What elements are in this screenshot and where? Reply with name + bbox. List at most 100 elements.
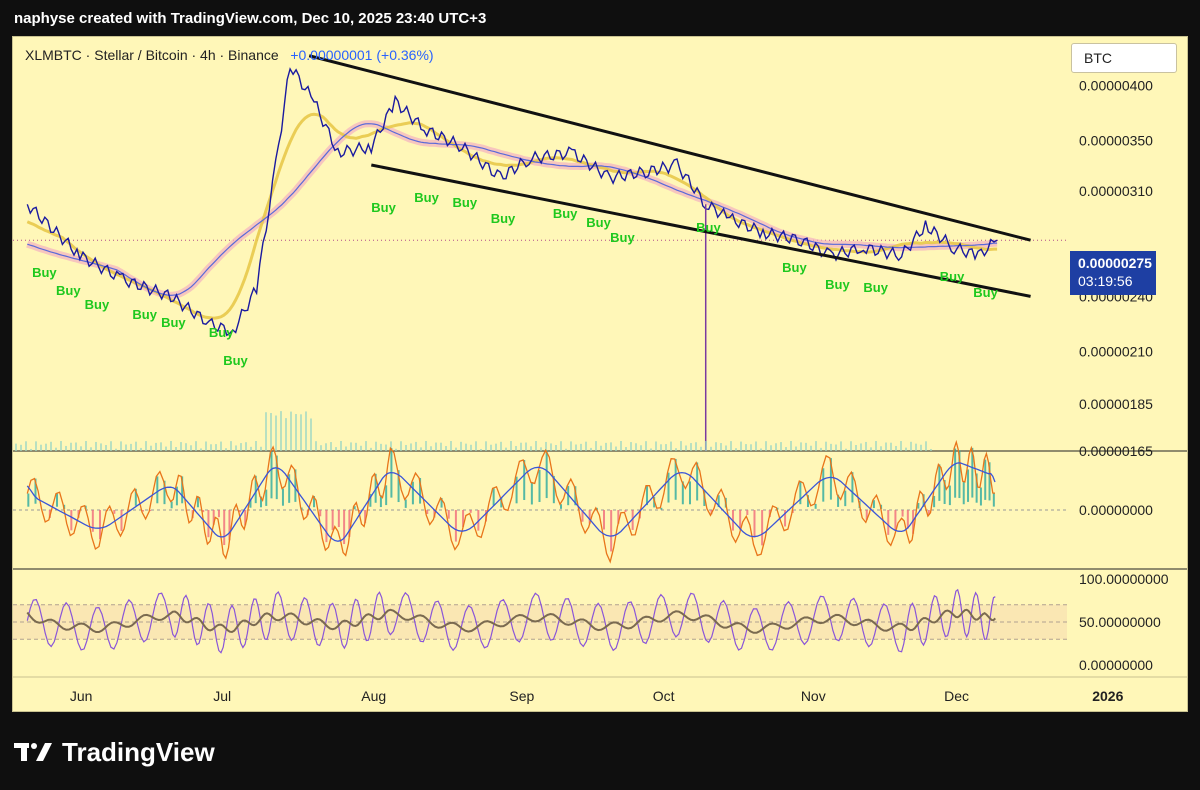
volume-bar bbox=[150, 445, 152, 451]
volume-bar bbox=[670, 441, 672, 451]
volume-bar bbox=[55, 447, 57, 451]
volume-bar bbox=[215, 444, 217, 451]
volume-bar bbox=[765, 441, 767, 451]
trendline bbox=[308, 54, 1031, 242]
volume-bar bbox=[460, 441, 462, 451]
volume-bar bbox=[30, 448, 32, 451]
volume-bar bbox=[110, 441, 112, 451]
volume-bar bbox=[245, 442, 247, 451]
volume-bar bbox=[665, 444, 667, 451]
volume-bar bbox=[640, 445, 642, 451]
volume-bar bbox=[405, 444, 407, 451]
buy-signal-label: Buy bbox=[453, 195, 478, 210]
buy-signal-label: Buy bbox=[56, 283, 81, 298]
current-price-value: 0.00000275 bbox=[1078, 255, 1152, 271]
volume-bar bbox=[210, 444, 212, 451]
volume-bar bbox=[555, 445, 557, 451]
volume-bar bbox=[465, 443, 467, 451]
volume-bar bbox=[720, 443, 722, 451]
volume-bar bbox=[600, 445, 602, 451]
price-change: +0.00000001 (+0.36%) bbox=[290, 47, 434, 63]
volume-bar bbox=[775, 443, 777, 451]
volume-bar bbox=[755, 441, 757, 451]
attribution-bar: naphyse created with TradingView.com, De… bbox=[0, 0, 1200, 36]
volume-bar bbox=[630, 442, 632, 451]
volume-bar bbox=[825, 441, 827, 451]
volume-bar bbox=[770, 445, 772, 451]
volume-bar bbox=[735, 448, 737, 451]
volume-bar bbox=[870, 447, 872, 451]
macd-histogram-bar bbox=[120, 510, 123, 531]
macd-histogram-bar bbox=[515, 476, 518, 504]
macd-histogram-bar bbox=[688, 481, 691, 505]
volume-bar bbox=[365, 441, 367, 451]
volume-bar bbox=[750, 444, 752, 451]
volume-bar bbox=[850, 441, 852, 451]
macd-histogram-bar bbox=[753, 510, 756, 538]
macd-histogram-bar bbox=[207, 510, 210, 538]
volume-bar bbox=[140, 447, 142, 451]
time-axis-tick: Oct bbox=[653, 688, 675, 704]
brand-footer[interactable]: TradingView bbox=[14, 734, 215, 770]
buy-signal-label: Buy bbox=[973, 285, 998, 300]
chart-frame[interactable]: 0.00000400 0.00000350 0.00000310 0.00000240… bbox=[12, 36, 1188, 712]
volume-bar bbox=[490, 444, 492, 451]
macd-histogram-bar bbox=[979, 487, 982, 506]
buy-signal-label: Buy bbox=[132, 307, 157, 322]
macd-histogram-bar bbox=[196, 496, 199, 508]
volume-bar bbox=[225, 448, 227, 451]
volume-bar bbox=[35, 441, 37, 451]
volume-bar bbox=[175, 447, 177, 451]
volume-bar bbox=[15, 443, 17, 451]
volume-bar bbox=[295, 414, 297, 451]
volume-bar bbox=[700, 446, 702, 451]
volume-bar bbox=[20, 444, 22, 451]
volume-bar bbox=[25, 441, 27, 451]
currency-unit-button[interactable]: BTC bbox=[1071, 43, 1177, 73]
volume-bar bbox=[485, 441, 487, 451]
macd-histogram-bar bbox=[984, 459, 987, 500]
macd-histogram-bar bbox=[469, 510, 472, 513]
price-axis-tick: 0.00000310 bbox=[1079, 183, 1153, 199]
volume-bar bbox=[260, 446, 262, 451]
volume-bar bbox=[900, 441, 902, 451]
buy-signal-label: Buy bbox=[586, 215, 611, 230]
volume-bar bbox=[315, 441, 317, 451]
volume-bar bbox=[875, 441, 877, 451]
volume-bar bbox=[895, 445, 897, 451]
volume-bar bbox=[480, 448, 482, 451]
volume-bar bbox=[645, 441, 647, 451]
volume-bar bbox=[910, 441, 912, 451]
buy-signal-label: Buy bbox=[223, 353, 248, 368]
volume-bar bbox=[120, 441, 122, 451]
chart-canvas[interactable]: 0.000004000.000003500.000003100.00000240… bbox=[13, 37, 1188, 712]
volume-bar bbox=[425, 441, 427, 451]
volume-bar bbox=[840, 441, 842, 451]
macd-histogram-bar bbox=[610, 510, 613, 552]
volume-bar bbox=[80, 446, 82, 451]
volume-bar bbox=[795, 446, 797, 451]
volume-bar bbox=[930, 448, 932, 451]
macd-histogram-bar bbox=[270, 451, 273, 499]
macd-histogram-bar bbox=[761, 510, 764, 546]
volume-bar bbox=[135, 441, 137, 451]
volume-bar bbox=[125, 444, 127, 451]
volume-bar bbox=[265, 412, 267, 451]
macd-histogram-bar bbox=[746, 510, 749, 516]
volume-bar bbox=[550, 443, 552, 451]
volume-bar bbox=[255, 441, 257, 451]
macd-histogram-bar bbox=[948, 485, 951, 506]
volume-bar bbox=[220, 441, 222, 451]
volume-bar bbox=[205, 441, 207, 451]
buy-signal-label: Buy bbox=[825, 277, 850, 292]
volume-bar bbox=[435, 442, 437, 451]
volume-bar bbox=[790, 441, 792, 451]
volume-bar bbox=[70, 442, 72, 451]
volume-bar bbox=[300, 414, 302, 451]
macd-histogram-bar bbox=[954, 448, 957, 498]
volume-bar bbox=[610, 442, 612, 451]
volume-bar bbox=[890, 442, 892, 451]
volume-bar bbox=[905, 447, 907, 451]
buy-signal-label: Buy bbox=[161, 315, 186, 330]
moving-average-band bbox=[26, 120, 998, 299]
